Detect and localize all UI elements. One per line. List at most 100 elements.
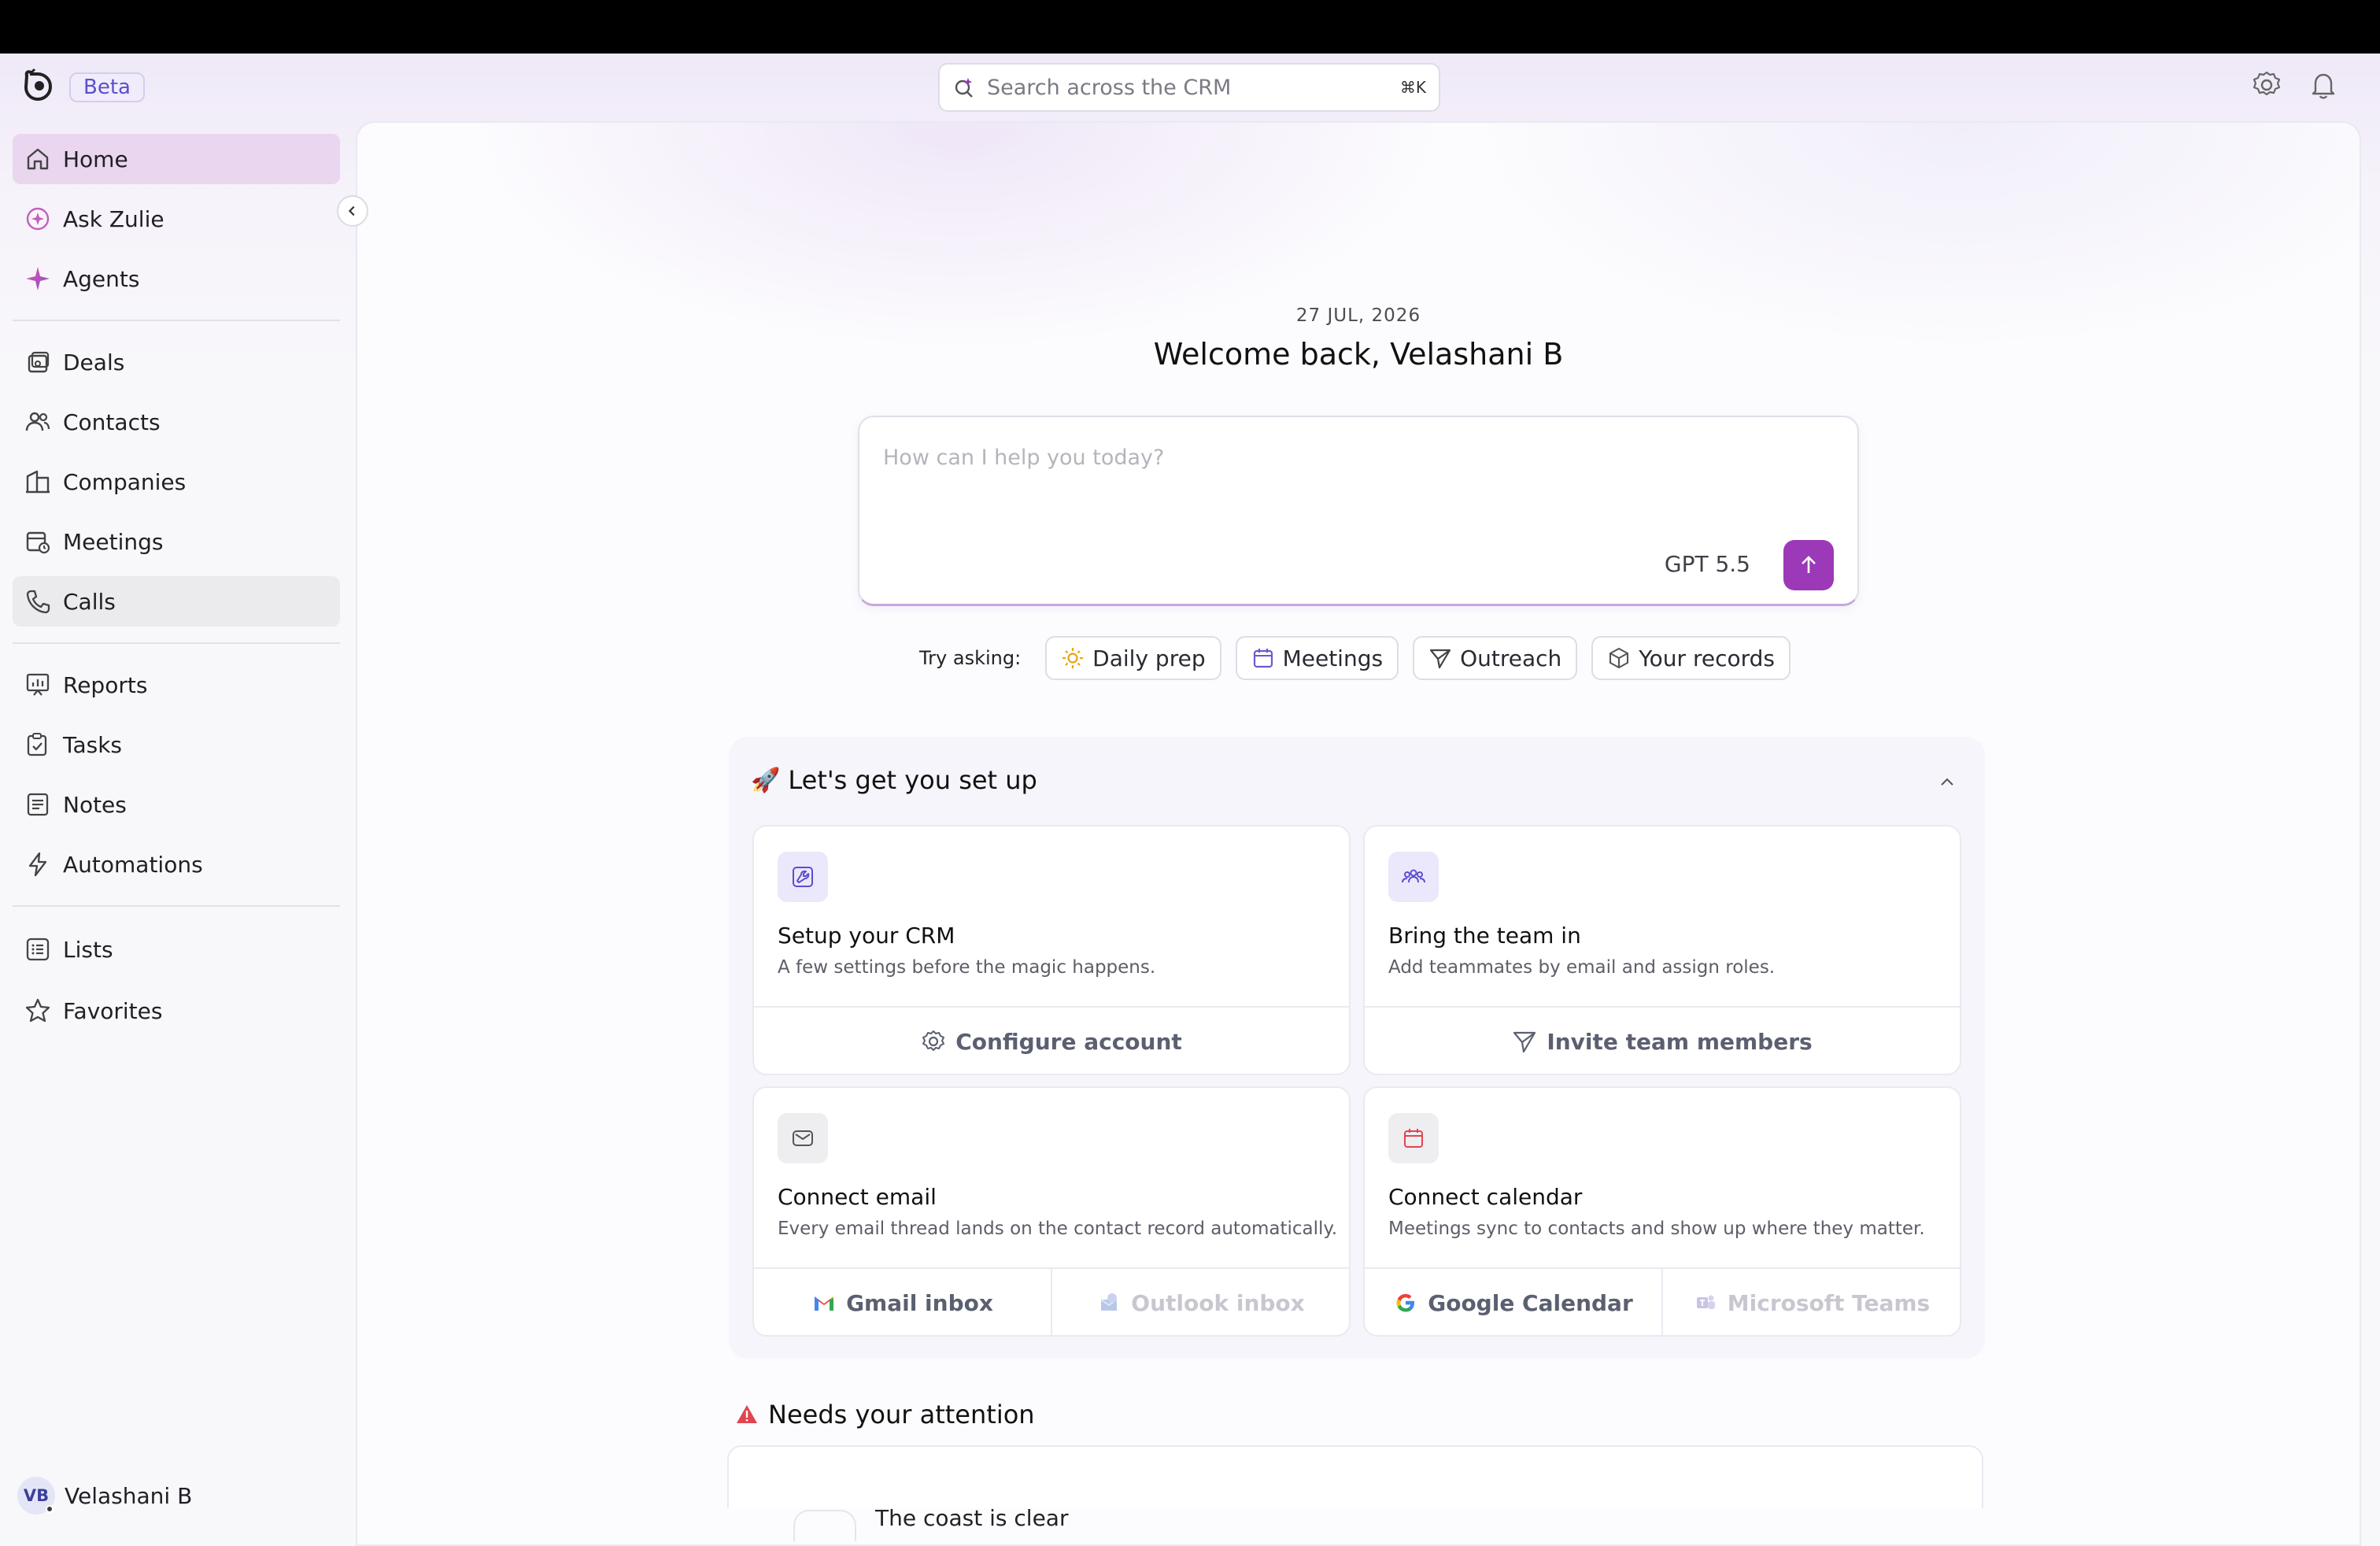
sidebar-item-favorites[interactable]: Favorites	[13, 986, 340, 1036]
notification-bell-icon[interactable]	[2308, 69, 2339, 101]
top-bar	[0, 0, 2380, 54]
sidebar-item-deals[interactable]: Deals	[13, 337, 340, 387]
user-profile[interactable]: VB Velashani B	[17, 1477, 192, 1515]
search-icon	[955, 78, 973, 98]
sidebar-item-reports[interactable]: Reports	[13, 660, 340, 710]
gmail-icon	[811, 1290, 837, 1315]
chevron-left-icon	[348, 205, 355, 216]
sun-icon	[1061, 646, 1085, 670]
status-dot	[46, 1505, 54, 1513]
sidebar-item-label: Agents	[63, 265, 140, 292]
chip-outreach[interactable]: Outreach	[1413, 636, 1578, 680]
note-icon	[24, 790, 52, 819]
user-name: Velashani B	[65, 1482, 193, 1509]
setup-section: 🚀 Let's get you set up Setup your CRM A …	[729, 737, 1985, 1359]
phone-icon	[24, 587, 52, 616]
contacts-icon	[24, 408, 52, 436]
ai-prompt-box: GPT 5.5	[858, 416, 1859, 606]
attention-title: Needs your attention	[735, 1400, 1035, 1429]
sidebar-item-home[interactable]: Home	[13, 134, 340, 184]
setup-card-crm: Setup your CRM A few settings before the…	[752, 825, 1351, 1075]
sidebar-item-label: Favorites	[63, 997, 163, 1024]
sidebar-item-label: Home	[63, 146, 128, 172]
chevron-up-icon[interactable]	[1936, 771, 1958, 793]
sidebar-item-companies[interactable]: Companies	[13, 457, 340, 507]
google-calendar-button[interactable]: Google Calendar	[1365, 1269, 1661, 1337]
gear-icon	[921, 1029, 946, 1054]
suggestions-row: Try asking: Daily prep Meetings Outreach…	[357, 636, 2360, 680]
card-description: Every email thread lands on the contact …	[778, 1219, 1338, 1239]
send-icon	[1428, 646, 1452, 670]
configure-account-button[interactable]: Configure account	[754, 1008, 1349, 1075]
card-title: Setup your CRM	[778, 923, 955, 949]
sidebar-item-calls[interactable]: Calls	[13, 576, 340, 627]
mail-icon	[778, 1113, 828, 1163]
search-placeholder: Search across the CRM	[987, 75, 1232, 100]
model-selector[interactable]: GPT 5.5	[1665, 551, 1750, 577]
attention-empty-text: The coast is clear	[875, 1505, 1069, 1531]
sidebar-item-meetings[interactable]: Meetings	[13, 516, 340, 567]
prompt-input[interactable]	[883, 446, 1828, 540]
chip-your-records[interactable]: Your records	[1591, 636, 1791, 680]
gmail-inbox-button[interactable]: Gmail inbox	[754, 1269, 1051, 1337]
sidebar-item-label: Ask Zulie	[63, 205, 164, 232]
sidebar-item-notes[interactable]: Notes	[13, 779, 340, 830]
send-icon	[1512, 1029, 1537, 1054]
sidebar-item-automations[interactable]: Automations	[13, 839, 340, 890]
sparkle-icon	[24, 264, 52, 293]
invite-team-members-button[interactable]: Invite team members	[1365, 1008, 1960, 1075]
settings-icon[interactable]	[2251, 69, 2282, 101]
sidebar-item-tasks[interactable]: Tasks	[13, 719, 340, 770]
chip-meetings[interactable]: Meetings	[1235, 636, 1399, 680]
sidebar: Home Ask Zulie Agents Deals Contacts Com…	[0, 132, 354, 1546]
card-description: Meetings sync to contacts and show up wh…	[1388, 1219, 1925, 1239]
setup-card-email: Connect email Every email thread lands o…	[752, 1086, 1351, 1337]
card-footer: Google Calendar Microsoft Teams	[1365, 1267, 1960, 1337]
card-title: Connect email	[778, 1184, 937, 1210]
calendar-clock-icon	[24, 527, 52, 556]
sidebar-item-ask-zulie[interactable]: Ask Zulie	[13, 194, 340, 244]
sidebar-item-contacts[interactable]: Contacts	[13, 397, 340, 447]
rocket-icon: 🚀	[751, 766, 781, 794]
box-icon	[1607, 646, 1631, 670]
sidebar-item-label: Reports	[63, 671, 148, 698]
avatar: VB	[17, 1477, 55, 1515]
teams-icon	[1693, 1290, 1718, 1315]
logo-icon[interactable]	[20, 68, 57, 104]
card-footer: Invite team members	[1365, 1006, 1960, 1075]
collapse-sidebar-button[interactable]	[337, 195, 368, 227]
sidebar-item-label: Deals	[63, 349, 125, 375]
sidebar-item-lists[interactable]: Lists	[13, 924, 340, 975]
wrench-icon	[778, 852, 828, 902]
microsoft-teams-button[interactable]: Microsoft Teams	[1661, 1269, 1960, 1337]
calendar-icon	[1251, 646, 1275, 670]
task-icon	[24, 730, 52, 759]
card-footer: Gmail inbox Outlook inbox	[754, 1267, 1349, 1337]
card-title: Connect calendar	[1388, 1184, 1583, 1210]
current-date: 27 JUL, 2026	[1295, 305, 1421, 326]
global-search[interactable]: Search across the CRM ⌘K	[938, 63, 1440, 112]
sidebar-divider	[13, 905, 340, 907]
send-button[interactable]	[1783, 540, 1834, 590]
page-title: Welcome back, Velashani B	[1153, 337, 1564, 372]
bolt-icon	[24, 850, 52, 878]
try-asking-label: Try asking:	[919, 647, 1022, 669]
chip-daily-prep[interactable]: Daily prep	[1045, 636, 1221, 680]
card-footer: Configure account	[754, 1006, 1349, 1075]
arrow-up-icon	[1802, 556, 1816, 573]
calendar-icon	[1388, 1113, 1439, 1163]
sidebar-item-agents[interactable]: Agents	[13, 253, 340, 304]
google-icon	[1393, 1290, 1418, 1315]
sidebar-divider	[13, 642, 340, 644]
sidebar-item-label: Calls	[63, 588, 116, 615]
deals-icon	[24, 348, 52, 376]
empty-state-icon	[793, 1510, 856, 1541]
home-icon	[24, 145, 52, 173]
star-icon	[24, 997, 52, 1025]
sidebar-item-label: Meetings	[63, 528, 164, 555]
sidebar-item-label: Companies	[63, 468, 187, 495]
ask-zulie-icon	[24, 205, 52, 233]
search-shortcut: ⌘K	[1399, 78, 1426, 97]
outlook-inbox-button[interactable]: Outlook inbox	[1051, 1269, 1349, 1337]
warning-icon	[737, 1405, 757, 1423]
